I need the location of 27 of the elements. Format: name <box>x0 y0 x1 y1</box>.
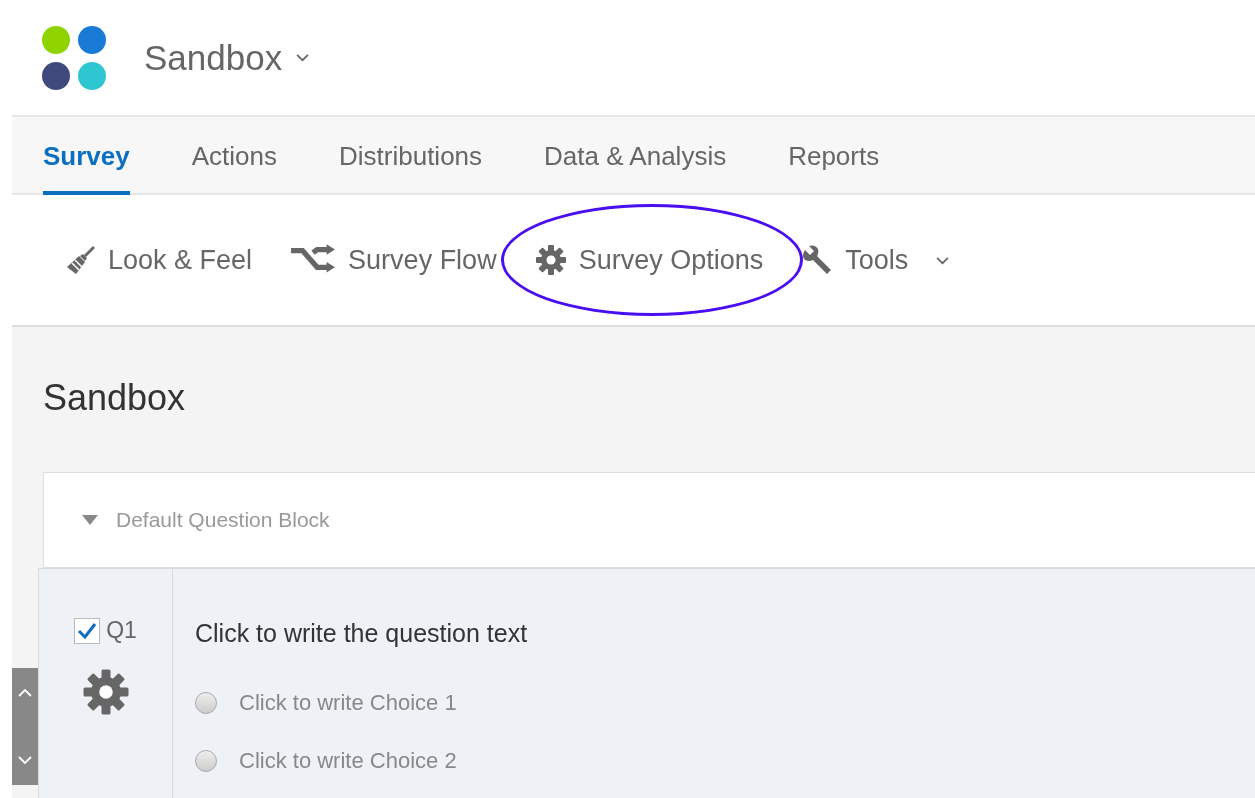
question-number: Q1 <box>106 617 137 644</box>
toolbar-link[interactable]: Look & Feel <box>108 244 253 276</box>
gear-icon[interactable] <box>81 668 130 716</box>
nav-tab[interactable]: Survey <box>43 117 130 195</box>
nav-tab[interactable]: Distributions <box>339 117 483 195</box>
chevron-down-icon[interactable] <box>296 53 310 62</box>
block-title[interactable]: Default Question Block <box>116 508 330 532</box>
logo-icon <box>42 25 106 90</box>
question-text[interactable]: Click to write the question text <box>195 619 528 648</box>
project-title[interactable]: Sandbox <box>144 37 283 78</box>
checkbox[interactable] <box>74 617 101 644</box>
survey-title: Sandbox <box>43 376 187 420</box>
nav-tab[interactable]: Data & Analysis <box>544 117 727 195</box>
toolbar-link[interactable]: Tools <box>845 244 909 276</box>
choice-label[interactable]: Click to write Choice 1 <box>239 690 457 716</box>
wrench-icon <box>801 244 834 276</box>
choice-label[interactable]: Click to write Choice 2 <box>239 748 457 774</box>
gear-icon[interactable] <box>534 244 567 276</box>
triangle-down-icon[interactable] <box>80 514 100 526</box>
toolbar-link[interactable]: Survey Flow <box>348 244 497 276</box>
chevron-up-icon[interactable] <box>18 688 32 697</box>
nav-tab[interactable]: Reports <box>788 117 880 195</box>
toolbar-link[interactable]: Survey Options <box>578 244 764 276</box>
radio-button[interactable] <box>195 692 217 714</box>
radio-button[interactable] <box>195 750 217 772</box>
nav-tab[interactable]: Actions <box>191 117 277 195</box>
chevron-down-icon[interactable] <box>936 255 950 265</box>
